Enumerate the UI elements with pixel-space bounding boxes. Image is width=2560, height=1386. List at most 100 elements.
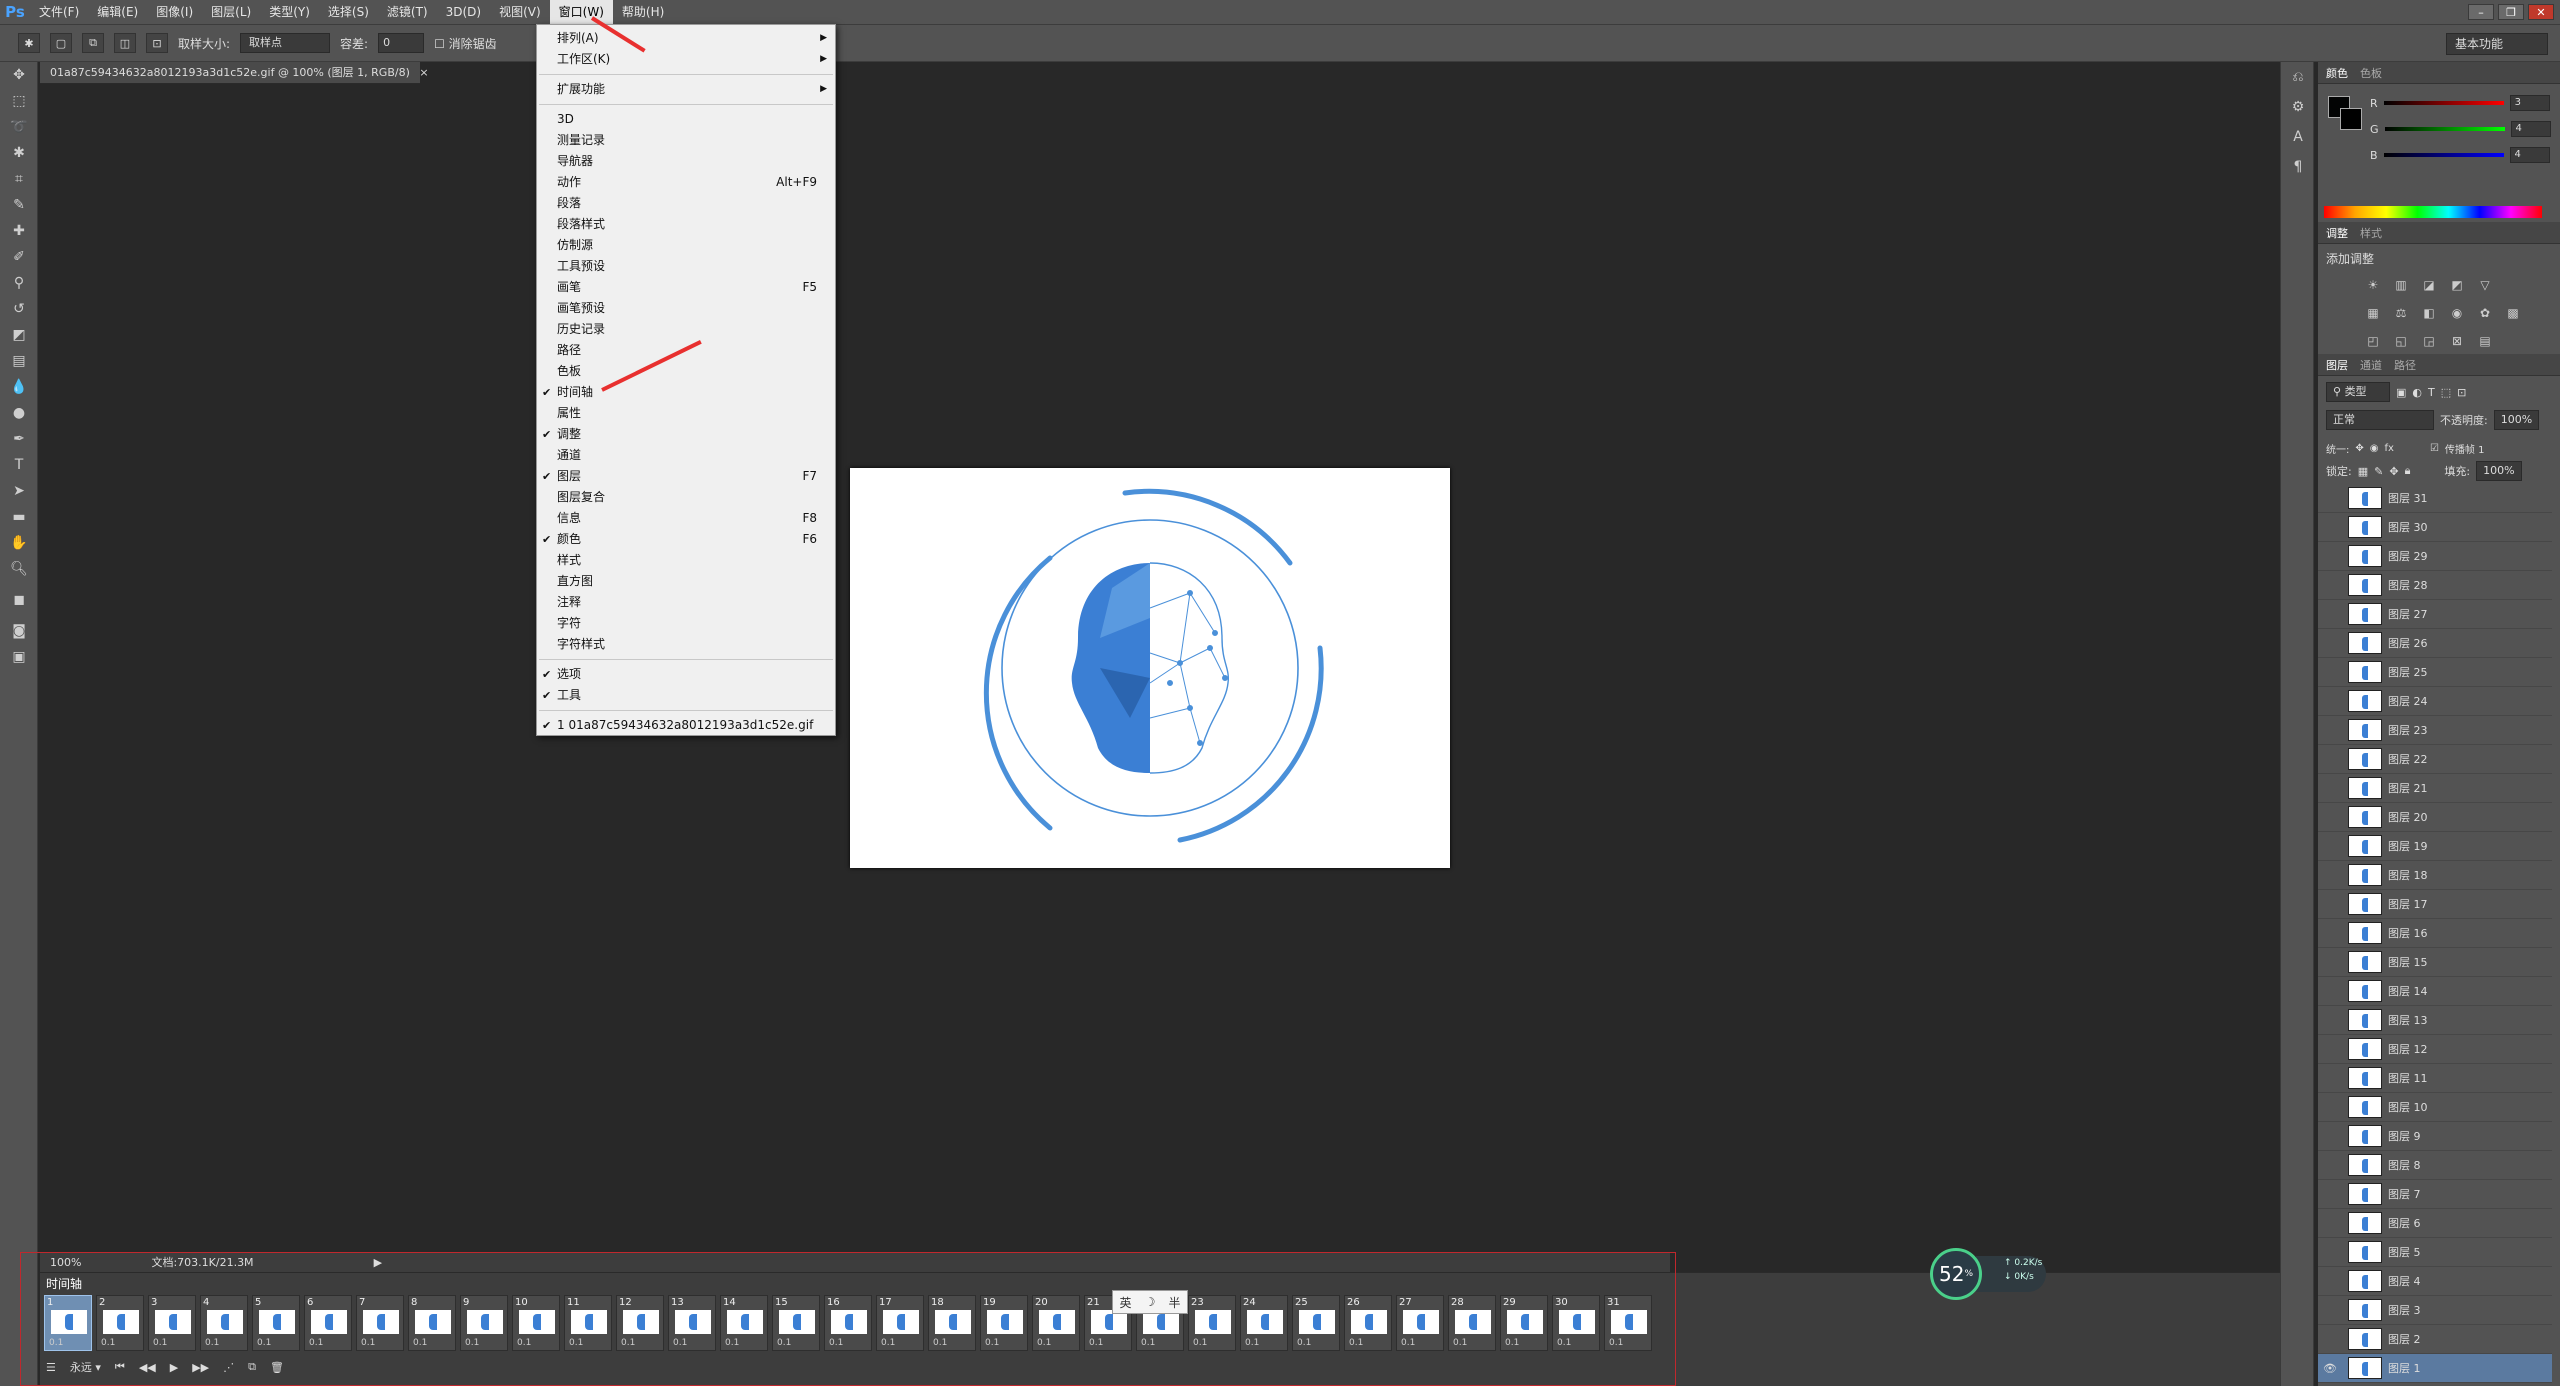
layer-row[interactable]: 图层 31 bbox=[2318, 484, 2552, 513]
window-menu-item[interactable]: 历史记录 bbox=[537, 319, 835, 340]
hand-tool-icon[interactable]: ✋ bbox=[0, 530, 38, 556]
window-menu-item[interactable]: ✔ 1 01a87c59434632a8012193a3d1c52e.gif bbox=[537, 715, 835, 736]
tab-adjustments[interactable]: 调整 bbox=[2326, 225, 2348, 241]
add-selection-icon[interactable]: ⧉ bbox=[82, 33, 104, 53]
layer-row[interactable]: 图层 11 bbox=[2318, 1064, 2552, 1093]
layer-row[interactable]: 图层 22 bbox=[2318, 745, 2552, 774]
close-icon[interactable]: ✕ bbox=[2528, 4, 2554, 20]
menu-9[interactable]: 窗口(W) bbox=[549, 0, 613, 24]
color-spectrum-bar[interactable] bbox=[2324, 206, 2542, 218]
layer-row[interactable]: 图层 30 bbox=[2318, 513, 2552, 542]
blur-tool-icon[interactable]: 💧 bbox=[0, 374, 38, 400]
menu-7[interactable]: 3D(D) bbox=[437, 0, 490, 24]
window-menu-item[interactable]: 导航器 bbox=[537, 151, 835, 172]
posterize-icon[interactable]: ◱ bbox=[2388, 328, 2414, 354]
window-menu-item[interactable]: 画笔 F5 bbox=[537, 277, 835, 298]
channel-mixer-icon[interactable]: ✿ bbox=[2472, 300, 2498, 326]
unify-visibility-icon[interactable]: ◉ bbox=[2370, 443, 2379, 454]
intersect-selection-icon[interactable]: ⊡ bbox=[146, 33, 168, 53]
menu-3[interactable]: 图层(L) bbox=[202, 0, 260, 24]
filter-pixel-icon[interactable]: ▣ bbox=[2396, 386, 2406, 399]
window-menu-item[interactable]: ✔ 工具 bbox=[537, 685, 835, 706]
layer-row[interactable]: 图层 12 bbox=[2318, 1035, 2552, 1064]
layer-row[interactable]: 图层 14 bbox=[2318, 977, 2552, 1006]
filter-adjust-icon[interactable]: ◐ bbox=[2412, 386, 2422, 399]
menu-4[interactable]: 类型(Y) bbox=[260, 0, 319, 24]
ime-moon-icon[interactable]: ☽ bbox=[1145, 1295, 1156, 1309]
window-menu-item[interactable]: ✔ 调整 bbox=[537, 424, 835, 445]
layer-row[interactable]: 图层 5 bbox=[2318, 1238, 2552, 1267]
vibrance-icon[interactable]: ▽ bbox=[2472, 272, 2498, 298]
layer-row[interactable]: 图层 18 bbox=[2318, 861, 2552, 890]
window-menu-item[interactable]: ✔ 颜色 F6 bbox=[537, 529, 835, 550]
new-selection-icon[interactable]: ▢ bbox=[50, 33, 72, 53]
ime-width-mode[interactable]: 半 bbox=[1168, 1294, 1180, 1311]
layer-row[interactable]: 图层 25 bbox=[2318, 658, 2552, 687]
brush-tool-icon[interactable]: ✐ bbox=[0, 244, 38, 270]
layer-row[interactable]: 图层 16 bbox=[2318, 919, 2552, 948]
window-menu-item[interactable]: 色板 bbox=[537, 361, 835, 382]
window-menu-item[interactable]: 字符 bbox=[537, 613, 835, 634]
layer-row[interactable]: 图层 28 bbox=[2318, 571, 2552, 600]
window-menu-item[interactable]: 仿制源 bbox=[537, 235, 835, 256]
layer-row[interactable]: 图层 7 bbox=[2318, 1180, 2552, 1209]
document-canvas[interactable] bbox=[850, 468, 1450, 868]
window-menu-item[interactable]: 段落样式 bbox=[537, 214, 835, 235]
workspace-select[interactable]: 基本功能 bbox=[2446, 33, 2548, 55]
background-color-swatch[interactable] bbox=[2340, 108, 2362, 130]
window-menu-item[interactable]: ✔ 选项 bbox=[537, 664, 835, 685]
photo-filter-icon[interactable]: ◉ bbox=[2444, 300, 2470, 326]
brightness-icon[interactable]: ☀ bbox=[2360, 272, 2386, 298]
window-menu-item[interactable]: 直方图 bbox=[537, 571, 835, 592]
move-tool-icon[interactable]: ✥ bbox=[0, 62, 38, 88]
layer-filter-select[interactable]: ⚲ 类型 bbox=[2326, 382, 2390, 402]
rectangle-tool-icon[interactable]: ▬ bbox=[0, 504, 38, 530]
layer-row[interactable]: 图层 27 bbox=[2318, 600, 2552, 629]
window-menu-item[interactable]: 属性 bbox=[537, 403, 835, 424]
blend-mode-select[interactable]: 正常 bbox=[2326, 410, 2434, 430]
unify-position-icon[interactable]: ✥ bbox=[2355, 443, 2363, 454]
layer-row[interactable]: 图层 15 bbox=[2318, 948, 2552, 977]
clone-stamp-tool-icon[interactable]: ⚲ bbox=[0, 270, 38, 296]
tolerance-input[interactable]: 0 bbox=[378, 33, 425, 53]
zoom-tool-icon[interactable]: 🔍︎ bbox=[0, 556, 38, 582]
unify-style-icon[interactable]: fx bbox=[2385, 443, 2394, 454]
propagate-frame-checkbox[interactable]: ☑ bbox=[2430, 443, 2439, 454]
menu-1[interactable]: 编辑(E) bbox=[88, 0, 147, 24]
window-menu-item[interactable]: 注释 bbox=[537, 592, 835, 613]
tab-color[interactable]: 颜色 bbox=[2326, 65, 2348, 81]
visibility-eye-icon[interactable]: 👁︎ bbox=[2318, 1362, 2342, 1375]
menu-8[interactable]: 视图(V) bbox=[490, 0, 550, 24]
layer-row[interactable]: 图层 8 bbox=[2318, 1151, 2552, 1180]
window-menu-item[interactable]: 测量记录 bbox=[537, 130, 835, 151]
dodge-tool-icon[interactable]: ● bbox=[0, 400, 38, 426]
threshold-icon[interactable]: ◲ bbox=[2416, 328, 2442, 354]
filter-smart-icon[interactable]: ⊡ bbox=[2457, 386, 2466, 399]
hue-saturation-icon[interactable]: ▦ bbox=[2360, 300, 2386, 326]
window-menu-item[interactable]: 排列(A) ▶ bbox=[537, 28, 835, 49]
layer-row[interactable]: 图层 23 bbox=[2318, 716, 2552, 745]
window-menu-item[interactable]: ✔ 图层 F7 bbox=[537, 466, 835, 487]
menu-2[interactable]: 图像(I) bbox=[147, 0, 202, 24]
document-tab[interactable]: 01a87c59434632a8012193a3d1c52e.gif @ 100… bbox=[40, 62, 429, 84]
screen-mode-icon[interactable]: ▣ bbox=[0, 644, 38, 670]
minimize-icon[interactable]: – bbox=[2468, 4, 2494, 20]
pen-tool-icon[interactable]: ✒ bbox=[0, 426, 38, 452]
tab-swatches[interactable]: 色板 bbox=[2360, 65, 2382, 81]
filter-shape-icon[interactable]: ⬚ bbox=[2441, 386, 2451, 399]
layer-row[interactable]: 图层 20 bbox=[2318, 803, 2552, 832]
color-swatches-icon[interactable]: ◼ bbox=[0, 582, 38, 618]
magic-wand-tool-icon[interactable]: ✱ bbox=[0, 140, 38, 166]
ime-toolbar[interactable]: 英 ☽ 半 bbox=[1112, 1290, 1188, 1314]
invert-icon[interactable]: ◰ bbox=[2360, 328, 2386, 354]
lock-transparent-icon[interactable]: ▦ bbox=[2358, 465, 2368, 478]
layer-row[interactable]: 图层 19 bbox=[2318, 832, 2552, 861]
antialias-checkbox[interactable]: ☐ 消除锯齿 bbox=[434, 35, 497, 52]
subtract-selection-icon[interactable]: ◫ bbox=[114, 33, 136, 53]
layer-row[interactable]: 图层 13 bbox=[2318, 1006, 2552, 1035]
levels-icon[interactable]: ▥ bbox=[2388, 272, 2414, 298]
layer-row[interactable]: 图层 24 bbox=[2318, 687, 2552, 716]
fill-input[interactable]: 100% bbox=[2476, 461, 2522, 481]
layer-row[interactable]: 图层 2 bbox=[2318, 1325, 2552, 1354]
exposure-icon[interactable]: ◩ bbox=[2444, 272, 2470, 298]
